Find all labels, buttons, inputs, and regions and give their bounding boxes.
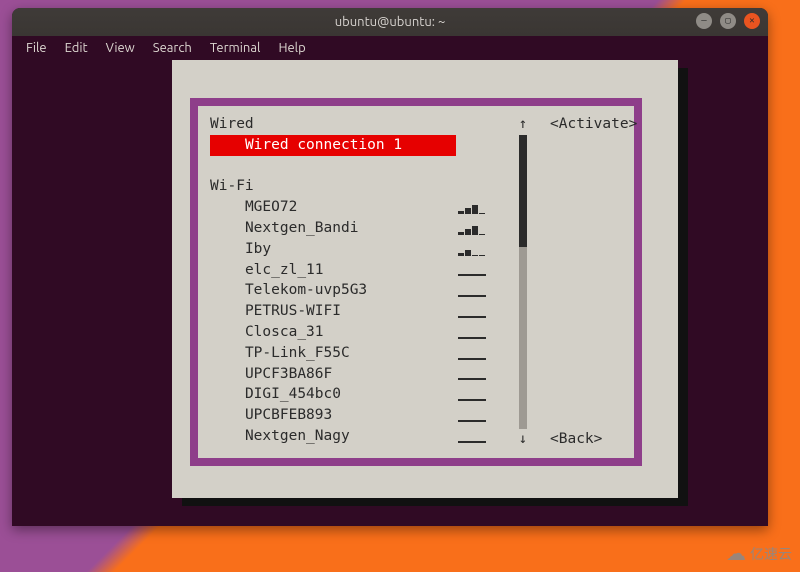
menu-view[interactable]: View (98, 38, 143, 58)
wifi-item-0[interactable]: MGEO72 (210, 197, 456, 218)
signal-blank (458, 156, 510, 177)
watermark: ☁ 亿速云 (726, 541, 792, 566)
wifi-item-2[interactable]: Iby (210, 239, 456, 260)
window-title: ubuntu@ubuntu: ~ (335, 15, 446, 29)
terminal-content: Wired Wired connection 1 Wi-Fi MGEO72 Ne… (20, 60, 760, 526)
signal-icon (458, 364, 510, 385)
close-button[interactable]: ✕ (744, 13, 760, 29)
scroll-thumb[interactable] (519, 135, 527, 247)
action-buttons: <Activate> <Back> (550, 114, 634, 450)
wifi-item-3[interactable]: elc_zl_11 (210, 260, 456, 281)
scroll-track[interactable] (519, 135, 527, 429)
connection-list-frame: Wired Wired connection 1 Wi-Fi MGEO72 Ne… (190, 98, 642, 466)
window-controls: – ▢ ✕ (696, 13, 760, 29)
titlebar: ubuntu@ubuntu: ~ – ▢ ✕ (12, 8, 768, 36)
signal-icon (458, 343, 510, 364)
signal-blank (458, 135, 510, 156)
menubar: File Edit View Search Terminal Help (12, 36, 768, 60)
wifi-item-11[interactable]: Nextgen_Nagy (210, 426, 456, 447)
wired-header: Wired (210, 114, 456, 135)
scrollbar[interactable]: ↑ ↓ (514, 114, 532, 450)
wifi-item-9[interactable]: DIGI_454bc0 (210, 384, 456, 405)
menu-edit[interactable]: Edit (57, 38, 96, 58)
signal-icon (458, 280, 510, 301)
menu-file[interactable]: File (18, 38, 55, 58)
signal-icon (458, 405, 510, 426)
spacer-row (210, 156, 456, 177)
terminal-window: ubuntu@ubuntu: ~ – ▢ ✕ File Edit View Se… (12, 8, 768, 526)
wifi-item-1[interactable]: Nextgen_Bandi (210, 218, 456, 239)
wifi-item-5[interactable]: PETRUS-WIFI (210, 301, 456, 322)
wifi-item-7[interactable]: TP-Link_F55C (210, 343, 456, 364)
signal-icon (458, 426, 510, 447)
menu-help[interactable]: Help (270, 38, 313, 58)
signal-icon (458, 384, 510, 405)
wifi-item-8[interactable]: UPCF3BA86F (210, 364, 456, 385)
signal-icon (458, 322, 510, 343)
wired-item-1[interactable]: Wired connection 1 (210, 135, 456, 156)
maximize-button[interactable]: ▢ (720, 13, 736, 29)
wifi-item-10[interactable]: UPCBFEB893 (210, 405, 456, 426)
activate-button[interactable]: <Activate> (550, 114, 637, 135)
signal-icon (458, 301, 510, 322)
cloud-icon: ☁ (726, 541, 746, 566)
minimize-button[interactable]: – (696, 13, 712, 29)
scroll-up-icon[interactable]: ↑ (519, 114, 527, 135)
signal-blank (458, 176, 510, 197)
signal-icon (458, 239, 510, 260)
menu-terminal[interactable]: Terminal (202, 38, 269, 58)
signal-blank (458, 114, 510, 135)
nmtui-dialog: Wired Wired connection 1 Wi-Fi MGEO72 Ne… (172, 60, 678, 498)
signal-strength-column (458, 114, 510, 450)
menu-search[interactable]: Search (145, 38, 200, 58)
wifi-header: Wi-Fi (210, 176, 456, 197)
signal-icon (458, 260, 510, 281)
signal-icon (458, 218, 510, 239)
scroll-down-icon[interactable]: ↓ (519, 429, 527, 450)
wifi-item-4[interactable]: Telekom-uvp5G3 (210, 280, 456, 301)
watermark-text: 亿速云 (750, 544, 792, 564)
connection-list[interactable]: Wired Wired connection 1 Wi-Fi MGEO72 Ne… (210, 114, 456, 450)
wifi-item-6[interactable]: Closca_31 (210, 322, 456, 343)
signal-icon (458, 197, 510, 218)
back-button[interactable]: <Back> (550, 429, 602, 450)
